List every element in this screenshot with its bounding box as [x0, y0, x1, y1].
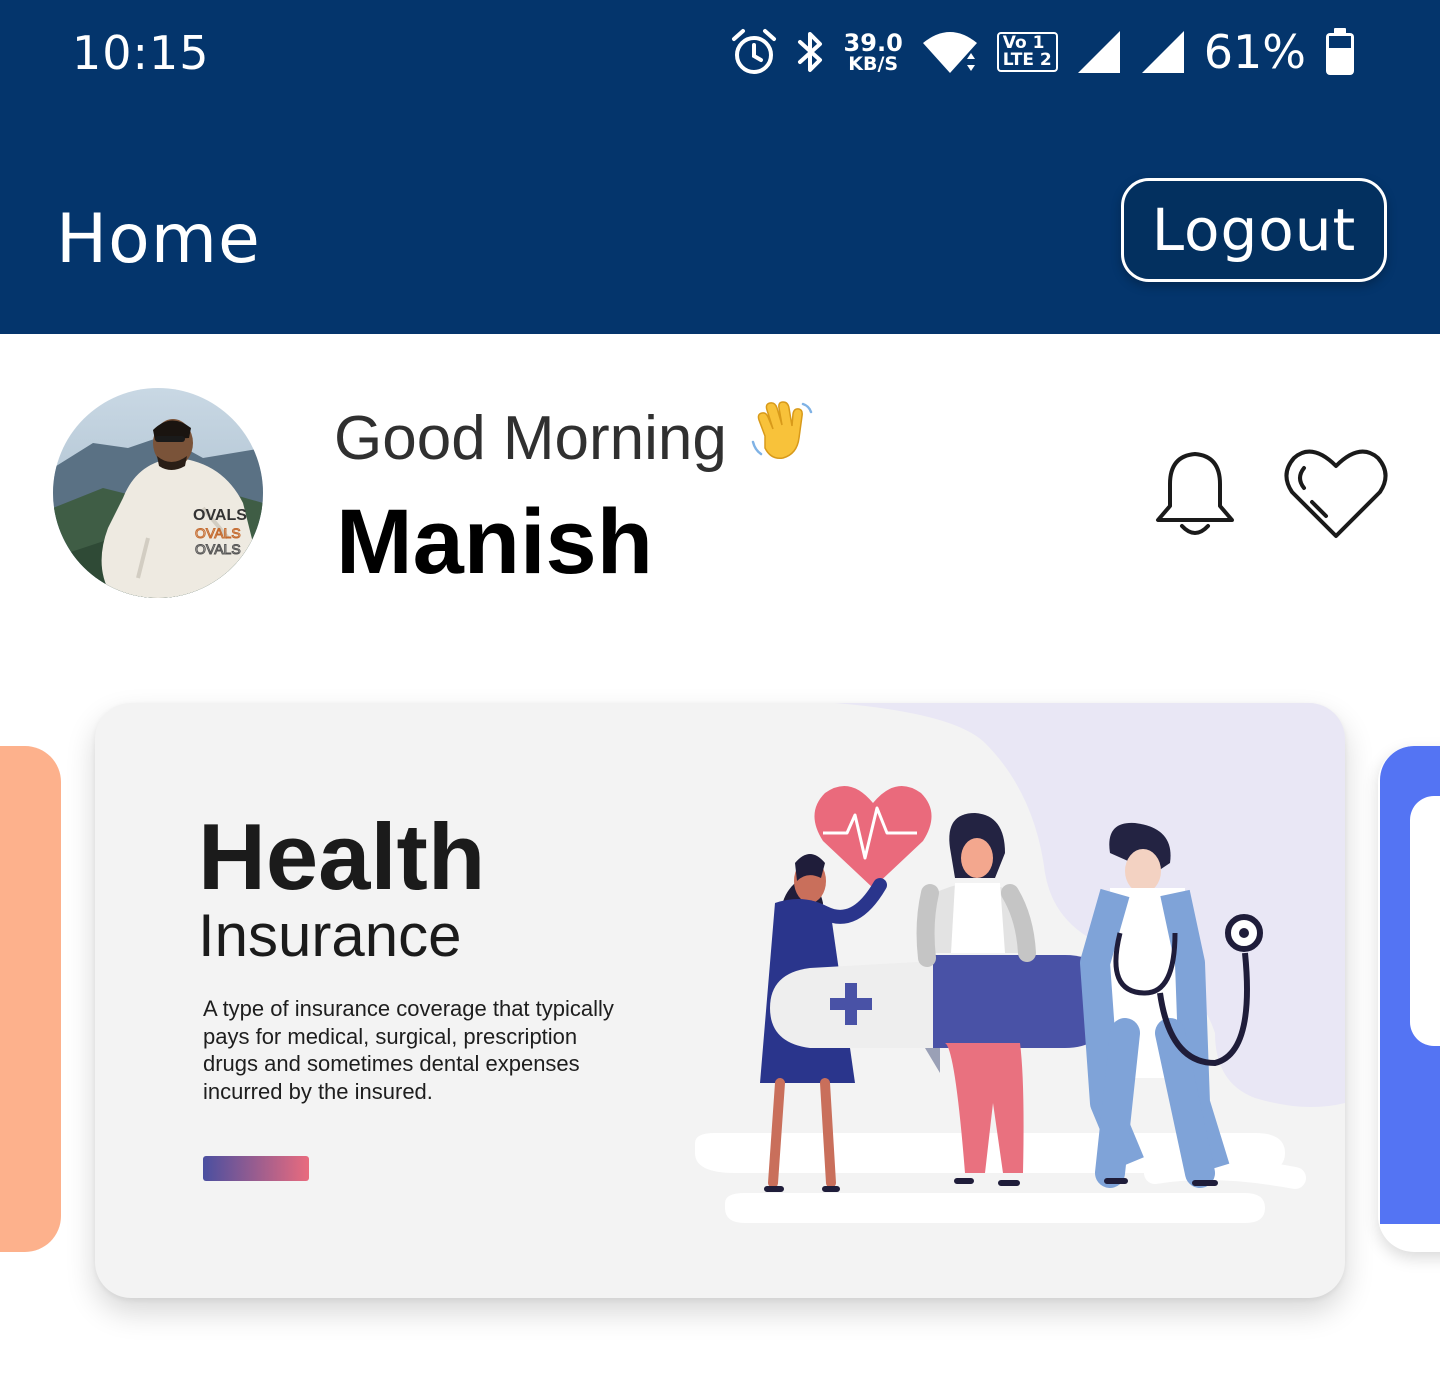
waving-hand-icon: [749, 398, 815, 479]
signal-sim2-icon: [1140, 29, 1186, 75]
network-speed: 39.0 KB/S: [843, 28, 903, 75]
svg-text:OVALS: OVALS: [195, 525, 241, 541]
logout-button[interactable]: Logout: [1121, 178, 1387, 282]
health-insurance-card[interactable]: Health Insurance A type of insurance cov…: [95, 703, 1345, 1298]
card-accent-bar: [203, 1156, 309, 1181]
status-icons: 39.0 KB/S Vo 1 LTE 2 61%: [730, 24, 1356, 80]
heart-icon[interactable]: [1282, 444, 1390, 540]
alarm-icon: [730, 27, 778, 77]
page-title: Home: [56, 200, 261, 279]
card-subtitle: Insurance: [198, 902, 462, 969]
bluetooth-icon: [796, 28, 826, 76]
medical-team-illustration: [695, 703, 1345, 1223]
greeting-text: Good Morning: [334, 398, 815, 479]
status-time: 10:15: [72, 26, 210, 80]
greeting-salutation: Good Morning: [334, 404, 727, 473]
svg-text:OVALS: OVALS: [193, 507, 247, 524]
card-title: Health: [198, 804, 486, 909]
signal-sim1-icon: [1076, 29, 1122, 75]
user-name: Manish: [336, 491, 653, 593]
card-description: A type of insurance coverage that typica…: [203, 996, 614, 1104]
svg-text:OVALS: OVALS: [195, 541, 241, 557]
app-header: 10:15 39.0 KB/S Vo 1 LTE 2 61% Home Logo…: [0, 0, 1440, 334]
battery-icon: [1324, 27, 1356, 77]
carousel-card-next-body: [1380, 746, 1440, 1224]
volte-icon: Vo 1 LTE 2: [996, 32, 1058, 72]
bell-icon[interactable]: [1150, 448, 1240, 540]
carousel-card-next[interactable]: [1378, 746, 1440, 1252]
carousel-card-previous[interactable]: [0, 746, 61, 1252]
avatar[interactable]: OVALS OVALS OVALS: [53, 388, 263, 598]
wifi-icon: [921, 29, 979, 75]
battery-percent: 61%: [1203, 25, 1306, 79]
